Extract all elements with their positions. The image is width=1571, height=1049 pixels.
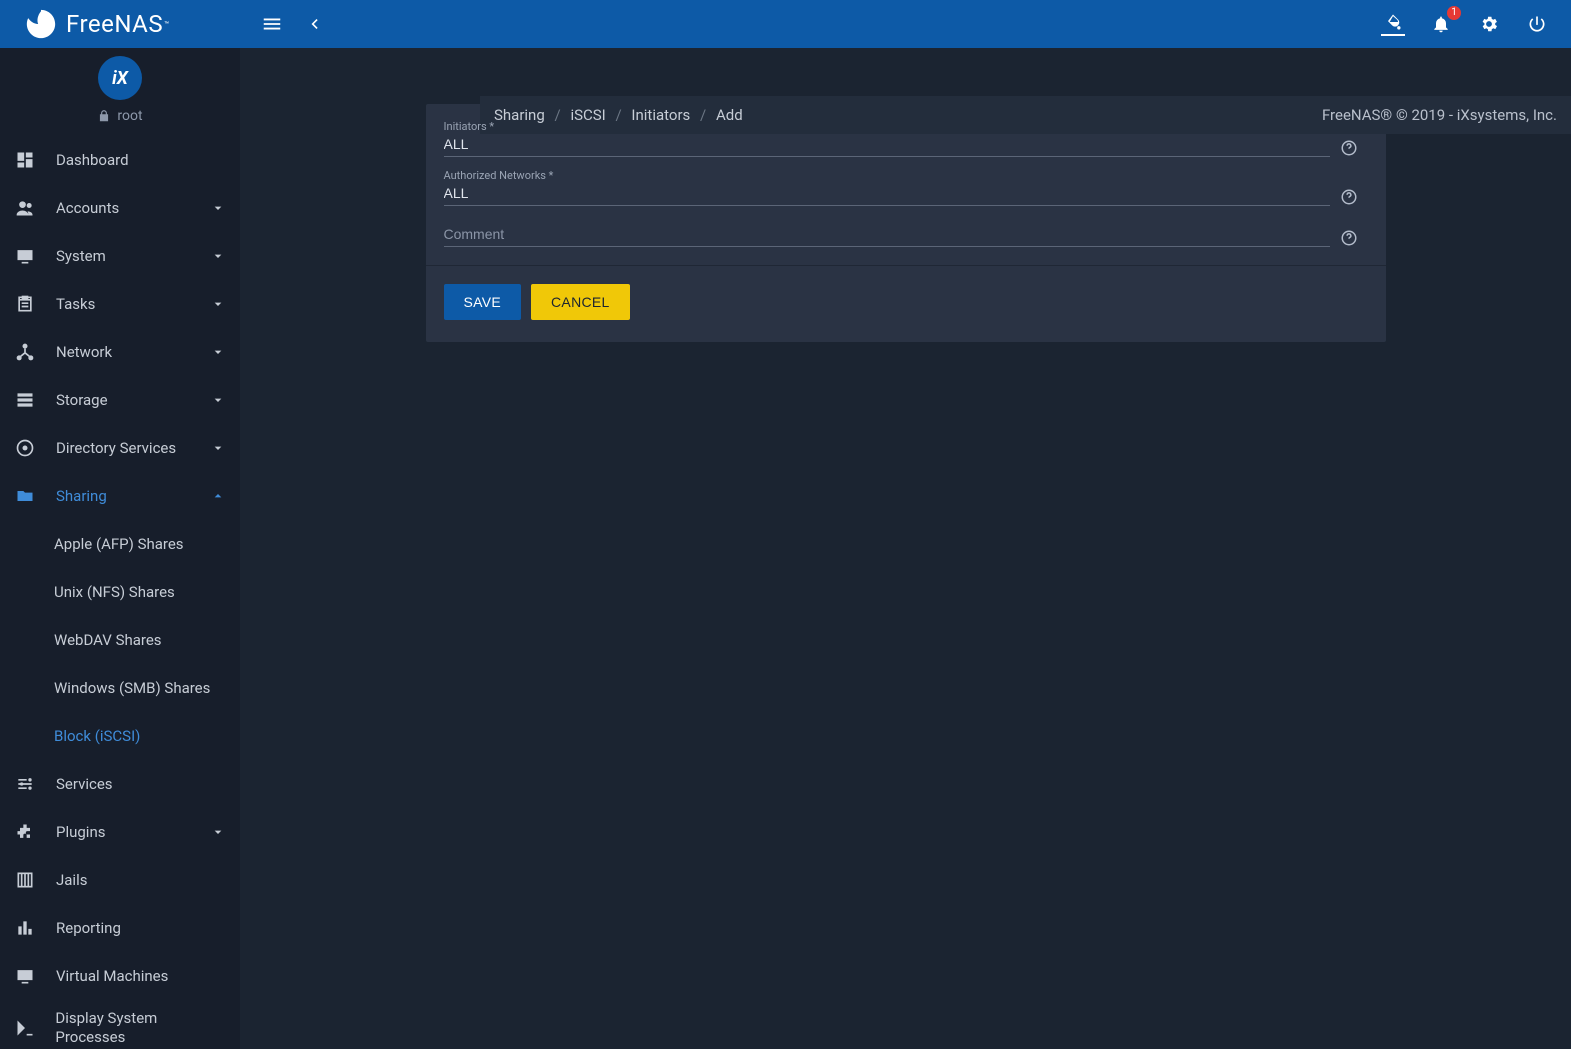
sidebar-item-label: Jails <box>56 871 87 889</box>
theme-icon[interactable] <box>1381 12 1405 36</box>
sidebar-item-reporting[interactable]: Reporting <box>0 904 240 952</box>
sidebar-item-dashboard[interactable]: Dashboard <box>0 136 240 184</box>
tasks-icon <box>14 293 36 315</box>
field-label: Authorized Networks * <box>444 169 1368 182</box>
chevron-up-icon <box>210 488 226 504</box>
lock-icon <box>97 109 111 123</box>
sidebar: iX root Dashboard Accounts System Tasks <box>0 48 240 1049</box>
comment-input[interactable] <box>444 224 1330 247</box>
help-icon[interactable] <box>1340 139 1368 157</box>
vm-icon <box>14 965 36 987</box>
sidebar-item-network[interactable]: Network <box>0 328 240 376</box>
sidebar-item-sharing[interactable]: Sharing <box>0 472 240 520</box>
services-icon <box>14 773 36 795</box>
menu-icon[interactable] <box>260 12 284 36</box>
sidebar-subitem-webdav[interactable]: WebDAV Shares <box>0 616 240 664</box>
notification-badge: 1 <box>1447 6 1461 20</box>
directory-icon <box>14 437 36 459</box>
field-initiators: Initiators * <box>444 120 1368 157</box>
sidebar-item-label: Plugins <box>56 823 105 841</box>
sidebar-item-label: Dashboard <box>56 151 129 169</box>
dashboard-icon <box>14 149 36 171</box>
user-name: root <box>117 108 142 124</box>
sidebar-item-jails[interactable]: Jails <box>0 856 240 904</box>
sidebar-item-system[interactable]: System <box>0 232 240 280</box>
divider <box>426 265 1386 266</box>
sidebar-item-plugins[interactable]: Plugins <box>0 808 240 856</box>
power-icon[interactable] <box>1525 12 1549 36</box>
sidebar-item-label: Network <box>56 343 112 361</box>
chevron-down-icon <box>210 344 226 360</box>
logo-icon <box>24 7 58 41</box>
sidebar-item-label: Accounts <box>56 199 119 217</box>
sidebar-subitem-nfs[interactable]: Unix (NFS) Shares <box>0 568 240 616</box>
sidebar-item-label: Directory Services <box>56 439 176 457</box>
field-comment <box>444 224 1368 247</box>
chevron-down-icon <box>210 824 226 840</box>
accounts-icon <box>14 197 36 219</box>
topbar: FreeNAS™ 1 <box>0 0 1571 48</box>
user-row[interactable]: root <box>0 102 240 136</box>
system-icon <box>14 245 36 267</box>
avatar-circle: iX <box>98 56 142 100</box>
brand-tm: ™ <box>164 20 169 29</box>
networks-input[interactable] <box>444 183 1330 206</box>
network-icon <box>14 341 36 363</box>
jails-icon <box>14 869 36 891</box>
sidebar-subitem-iscsi[interactable]: Block (iSCSI) <box>0 712 240 760</box>
field-networks: Authorized Networks * <box>444 169 1368 206</box>
sidebar-item-vm[interactable]: Virtual Machines <box>0 952 240 1000</box>
sidebar-item-accounts[interactable]: Accounts <box>0 184 240 232</box>
help-icon[interactable] <box>1340 188 1368 206</box>
plugins-icon <box>14 821 36 843</box>
help-icon[interactable] <box>1340 229 1368 247</box>
sharing-icon <box>14 485 36 507</box>
chevron-down-icon <box>210 200 226 216</box>
sidebar-subitem-smb[interactable]: Windows (SMB) Shares <box>0 664 240 712</box>
chevron-down-icon <box>210 440 226 456</box>
sidebar-item-label: Reporting <box>56 919 121 937</box>
notifications-icon[interactable]: 1 <box>1429 12 1453 36</box>
storage-icon <box>14 389 36 411</box>
sidebar-subitem-afp[interactable]: Apple (AFP) Shares <box>0 520 240 568</box>
sidebar-item-label: Display System Processes <box>55 1009 226 1047</box>
chevron-down-icon <box>210 296 226 312</box>
sidebar-item-label: Virtual Machines <box>56 967 168 985</box>
brand-name: FreeNAS <box>66 10 163 38</box>
save-button[interactable]: Save <box>444 284 522 320</box>
sidebar-item-directory-services[interactable]: Directory Services <box>0 424 240 472</box>
main: Sharing / iSCSI / Initiators / Add FreeN… <box>240 48 1571 1049</box>
sidebar-item-services[interactable]: Services <box>0 760 240 808</box>
sidebar-item-label: Sharing <box>56 487 107 505</box>
processes-icon <box>14 1017 35 1039</box>
reporting-icon <box>14 917 36 939</box>
sidebar-item-storage[interactable]: Storage <box>0 376 240 424</box>
initiators-input[interactable] <box>444 134 1330 157</box>
field-label: Initiators * <box>444 120 1368 133</box>
chevron-down-icon <box>210 248 226 264</box>
chevron-down-icon <box>210 392 226 408</box>
form-card: Initiators * Authorized Networks * <box>426 104 1386 342</box>
avatar: iX <box>0 48 240 102</box>
settings-icon[interactable] <box>1477 12 1501 36</box>
sidebar-item-label: System <box>56 247 106 265</box>
sidebar-item-label: Services <box>56 775 113 793</box>
sidebar-item-processes[interactable]: Display System Processes <box>0 1000 240 1049</box>
brand[interactable]: FreeNAS™ <box>0 7 240 41</box>
sidebar-item-label: Storage <box>56 391 108 409</box>
chevron-left-icon[interactable] <box>302 12 326 36</box>
cancel-button[interactable]: Cancel <box>531 284 630 320</box>
sidebar-item-tasks[interactable]: Tasks <box>0 280 240 328</box>
sidebar-item-label: Tasks <box>56 295 95 313</box>
